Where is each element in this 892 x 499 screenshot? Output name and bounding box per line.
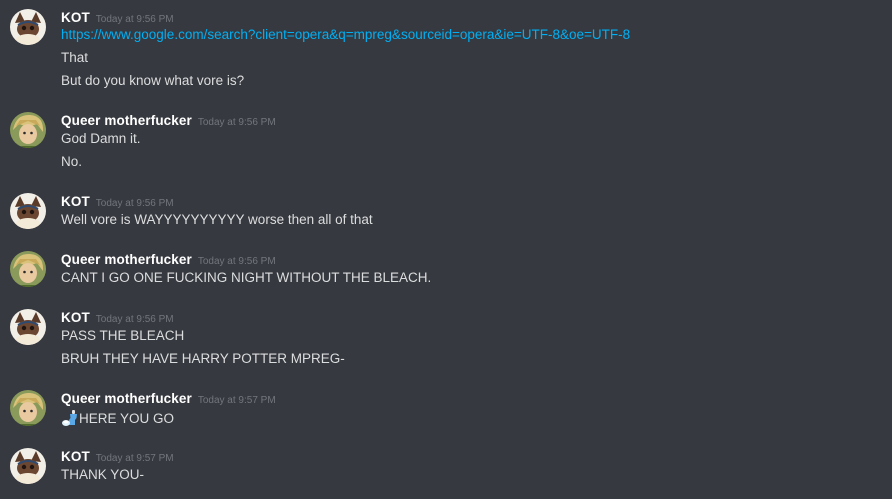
timestamp: Today at 9:56 PM bbox=[95, 314, 174, 325]
eevee-avatar-icon bbox=[10, 448, 46, 484]
message-text: BRUH THEY HAVE HARRY POTTER MPREG- bbox=[61, 351, 345, 366]
avatar-queer-motherfucker[interactable] bbox=[10, 390, 46, 426]
username[interactable]: Queer motherfucker bbox=[61, 252, 192, 267]
timestamp: Today at 9:56 PM bbox=[197, 256, 276, 267]
timestamp: Today at 9:56 PM bbox=[95, 14, 174, 25]
eevee-avatar-icon bbox=[10, 193, 46, 229]
bottle-emoji-icon bbox=[62, 410, 77, 426]
message-text: No. bbox=[61, 154, 83, 169]
link-avatar-icon bbox=[10, 251, 46, 287]
google-search-link[interactable]: https://www.google.com/search?client=ope… bbox=[61, 27, 630, 42]
username[interactable]: KOT bbox=[61, 449, 90, 464]
avatar-kot[interactable] bbox=[10, 193, 46, 229]
message-text: PASS THE BLEACH bbox=[61, 328, 185, 343]
timestamp: Today at 9:56 PM bbox=[197, 117, 276, 128]
avatar-kot[interactable] bbox=[10, 309, 46, 345]
eevee-avatar-icon bbox=[10, 9, 46, 45]
username[interactable]: KOT bbox=[61, 194, 90, 209]
username[interactable]: Queer motherfucker bbox=[61, 113, 192, 128]
avatar-queer-motherfucker[interactable] bbox=[10, 251, 46, 287]
avatar-kot[interactable] bbox=[10, 9, 46, 45]
message-text: CANT I GO ONE FUCKING NIGHT WITHOUT THE … bbox=[61, 270, 432, 285]
message-text: But do you know what vore is? bbox=[61, 73, 245, 88]
username[interactable]: KOT bbox=[61, 10, 90, 25]
timestamp: Today at 9:57 PM bbox=[95, 453, 174, 464]
avatar-queer-motherfucker[interactable] bbox=[10, 112, 46, 148]
message-text: Well vore is WAYYYYYYYYYY worse then all… bbox=[61, 212, 373, 227]
message-text: God Damn it. bbox=[61, 131, 141, 146]
username[interactable]: KOT bbox=[61, 310, 90, 325]
message-text: THANK YOU- bbox=[61, 467, 145, 482]
timestamp: Today at 9:56 PM bbox=[95, 198, 174, 209]
message-text: HERE YOU GO bbox=[79, 411, 175, 426]
message-text: That bbox=[61, 50, 89, 65]
link-avatar-icon bbox=[10, 390, 46, 426]
message-text: HERE YOU GO bbox=[61, 409, 174, 427]
timestamp: Today at 9:57 PM bbox=[197, 395, 276, 406]
eevee-avatar-icon bbox=[10, 309, 46, 345]
link-avatar-icon bbox=[10, 112, 46, 148]
avatar-kot[interactable] bbox=[10, 448, 46, 484]
username[interactable]: Queer motherfucker bbox=[61, 391, 192, 406]
